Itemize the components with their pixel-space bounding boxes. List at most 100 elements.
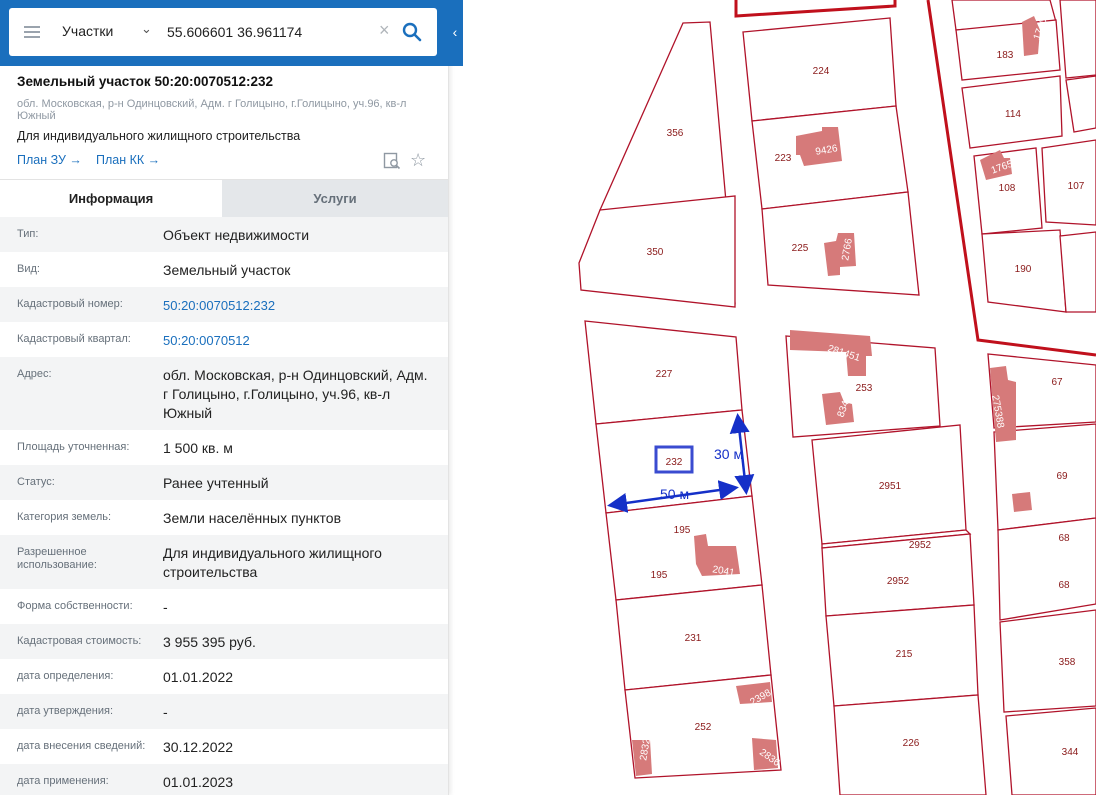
menu-icon[interactable] xyxy=(24,26,40,38)
info-row-ownership: Форма собственности: - xyxy=(0,589,448,624)
info-row-area: Площадь уточненная: 1 500 кв. м xyxy=(0,430,448,465)
plot-label: 68 xyxy=(1058,580,1070,591)
chevron-down-icon[interactable]: ⌄ xyxy=(141,21,152,37)
info-row-cost: Кадастровая стоимость: 3 955 395 руб. xyxy=(0,624,448,659)
plot-label: 358 xyxy=(1059,657,1076,668)
plot-right-strip[interactable] xyxy=(1059,0,1096,79)
plot-label: 215 xyxy=(896,649,913,660)
plot-label: 227 xyxy=(656,369,673,380)
info-row-date-def: дата определения: 01.01.2022 xyxy=(0,659,448,694)
info-value: - xyxy=(163,704,168,720)
plot-right-strip2[interactable] xyxy=(1065,75,1096,133)
plot-2952[interactable] xyxy=(821,533,975,617)
info-label: Площадь уточненная: xyxy=(17,441,130,453)
info-label: Категория земель: xyxy=(17,511,112,523)
info-value: 01.01.2023 xyxy=(163,774,234,790)
info-label: Кадастровый квартал: xyxy=(17,333,131,345)
plot-label: 108 xyxy=(999,183,1016,194)
plan-zu-link[interactable]: План ЗУ → xyxy=(17,153,82,167)
plot-label: 69 xyxy=(1056,471,1068,482)
object-address: обл. Московская, р-н Одинцовский, Адм. г… xyxy=(17,98,407,122)
info-label: Вид: xyxy=(17,263,40,275)
plot-label: 252 xyxy=(695,722,712,733)
info-table: Тип: Объект недвижимости Вид: Земельный … xyxy=(0,217,448,795)
cadastral-number-link[interactable]: 50:20:0070512:232 xyxy=(163,296,433,315)
info-value: обл. Московская, р-н Одинцовский, Адм. г… xyxy=(163,367,428,421)
info-label: Кадастровая стоимость: xyxy=(17,635,142,647)
info-label: дата определения: xyxy=(17,670,114,682)
info-value: Земельный участок xyxy=(163,262,291,278)
close-icon[interactable]: × xyxy=(379,20,390,41)
info-value: Объект недвижимости xyxy=(163,227,310,243)
object-header: Земельный участок 50:20:0070512:232 обл.… xyxy=(0,66,448,178)
info-row-address: Адрес: обл. Московская, р-н Одинцовский,… xyxy=(0,357,448,430)
info-row-type: Тип: Объект недвижимости xyxy=(0,217,448,252)
object-panel: Земельный участок 50:20:0070512:232 обл.… xyxy=(0,0,449,795)
info-label: Разрешенное использование: xyxy=(17,546,97,571)
plot-label: 67 xyxy=(1051,377,1063,388)
info-value: Для индивидуального жилищного строительс… xyxy=(163,545,382,580)
info-row-cadnum: Кадастровый номер: 50:20:0070512:232 xyxy=(0,287,448,322)
info-value: Земли населённых пунктов xyxy=(163,510,342,526)
plot-label: 226 xyxy=(903,738,920,749)
plot-344[interactable] xyxy=(1005,707,1096,795)
search-icon[interactable] xyxy=(402,22,422,42)
plot-label: 253 xyxy=(856,383,873,394)
info-label: Форма собственности: xyxy=(17,600,133,612)
zoom-to-object-icon[interactable] xyxy=(383,152,401,170)
plot-label: 195 xyxy=(651,570,668,581)
plot-358[interactable] xyxy=(999,609,1096,713)
tab-info[interactable]: Информация xyxy=(0,180,222,217)
plot-label: 224 xyxy=(813,66,830,77)
info-value: 3 955 395 руб. xyxy=(163,634,256,650)
search-input[interactable] xyxy=(167,20,372,44)
plan-kk-link[interactable]: План КК → xyxy=(96,153,160,167)
info-label: дата утверждения: xyxy=(17,705,114,717)
plot-label: 107 xyxy=(1068,181,1085,192)
top-search-bar: Участки ⌄ × ‹ xyxy=(0,0,463,66)
info-value: 01.01.2022 xyxy=(163,669,234,685)
plot-label: 223 xyxy=(775,153,792,164)
info-value: 30.12.2022 xyxy=(163,739,234,755)
search-box: Участки ⌄ × xyxy=(9,8,437,56)
info-row-kind: Вид: Земельный участок xyxy=(0,252,448,287)
info-row-date-appr: дата утверждения: - xyxy=(0,694,448,729)
plot-label: 225 xyxy=(792,243,809,254)
measure-label-30m: 30 м xyxy=(714,446,743,462)
star-icon[interactable]: ☆ xyxy=(410,150,426,171)
plot-label: 2952 xyxy=(909,540,932,551)
plot-label: 350 xyxy=(647,247,664,258)
info-row-quarter: Кадастровый квартал: 50:20:0070512 xyxy=(0,322,448,357)
plot-right-strip3[interactable] xyxy=(1059,231,1096,313)
selected-plot-label: 232 xyxy=(666,457,683,468)
object-title: Земельный участок 50:20:0070512:232 xyxy=(17,74,274,89)
measure-label-50m: 50 м xyxy=(660,486,689,502)
plot-195[interactable] xyxy=(605,495,763,601)
info-value: Ранее учтенный xyxy=(163,475,269,491)
tabs: Информация Услуги xyxy=(0,179,448,217)
plot-label: 2951 xyxy=(879,481,902,492)
plot-label: 344 xyxy=(1062,747,1079,758)
tab-services[interactable]: Услуги xyxy=(222,180,448,217)
building-69-small[interactable] xyxy=(1012,492,1032,512)
info-row-date-entry: дата внесения сведений: 30.12.2022 xyxy=(0,729,448,764)
quarter-boundary-top xyxy=(734,0,897,18)
info-label: дата внесения сведений: xyxy=(17,740,146,752)
plot-label: 68 xyxy=(1058,533,1070,544)
info-value: 1 500 кв. м xyxy=(163,440,233,456)
cadastral-quarter-link[interactable]: 50:20:0070512 xyxy=(163,331,433,350)
plot-label: 114 xyxy=(1005,109,1021,120)
plot-label: 183 xyxy=(997,50,1014,61)
collapse-panel-chevron-icon[interactable]: ‹ xyxy=(447,20,463,44)
info-label: Кадастровый номер: xyxy=(17,298,123,310)
object-purpose: Для индивидуального жилищного строительс… xyxy=(17,129,301,143)
plot-label: 195 xyxy=(674,525,691,536)
search-type-select[interactable]: Участки xyxy=(62,23,113,39)
plot-label: 2952 xyxy=(887,576,910,587)
info-label: Адрес: xyxy=(17,368,52,380)
info-row-use: Разрешенное использование: Для индивидуа… xyxy=(0,535,448,589)
info-value: - xyxy=(163,599,168,615)
plot-68[interactable] xyxy=(997,517,1096,621)
info-label: дата применения: xyxy=(17,775,109,787)
info-row-status: Статус: Ранее учтенный xyxy=(0,465,448,500)
